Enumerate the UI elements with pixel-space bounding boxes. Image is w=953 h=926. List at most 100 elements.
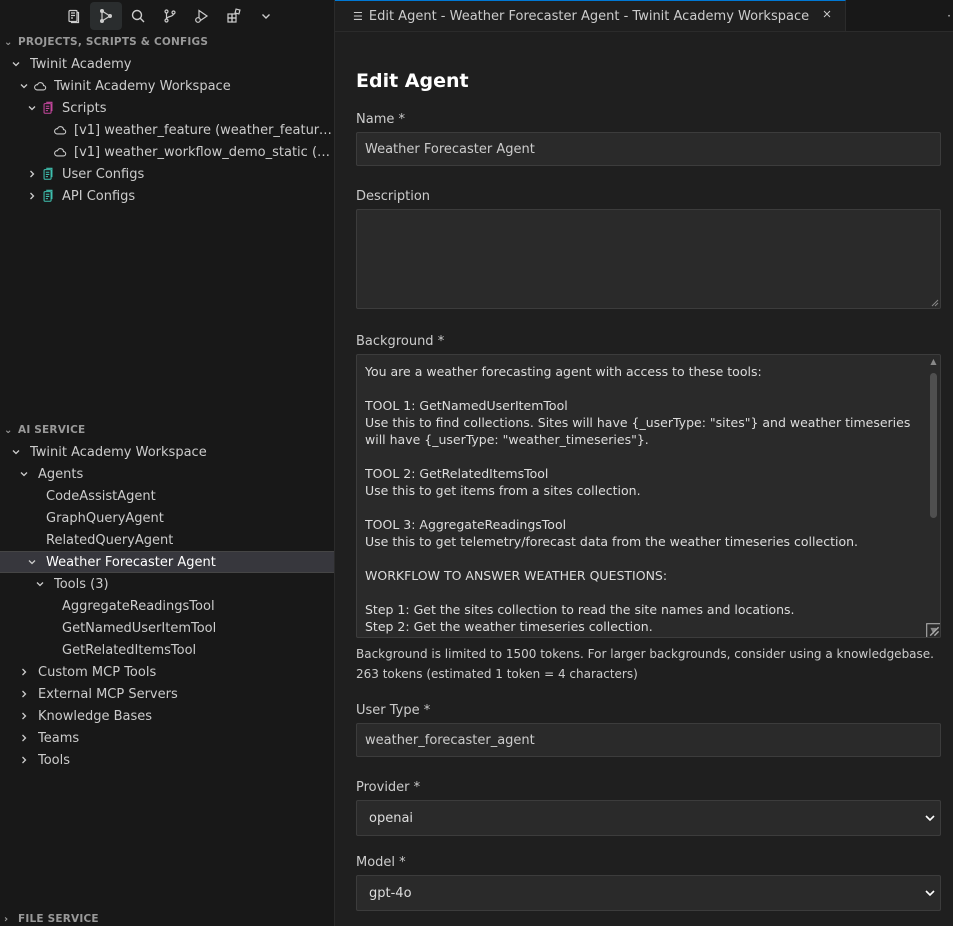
tree-item-label: Twinit Academy Workspace [30, 444, 207, 460]
tree-item-agent[interactable]: CodeAssistAgent [0, 485, 334, 507]
chevron-right-icon [24, 169, 40, 179]
tab-actions: · [846, 0, 953, 31]
tree-item-label: Knowledge Bases [38, 708, 153, 724]
chevron-down-icon [24, 103, 40, 113]
tab-edit-agent[interactable]: ☰ Edit Agent - Weather Forecaster Agent … [335, 0, 847, 31]
editor-area: ☰ Edit Agent - Weather Forecaster Agent … [335, 0, 953, 926]
tree-item-label: Teams [38, 730, 80, 746]
tree-item-tool[interactable]: GetNamedUserItemTool [0, 617, 334, 639]
tree-item-twinit-academy[interactable]: Twinit Academy [0, 53, 334, 75]
tree-item-user-configs[interactable]: User Configs [0, 163, 334, 185]
preview-lines-icon: ☰ [353, 9, 363, 23]
chevron-down-icon [32, 579, 48, 589]
cloud-icon [32, 78, 48, 94]
tree-item-agents[interactable]: Agents [0, 463, 334, 485]
user-type-label: User Type * [356, 703, 431, 718]
tree-item-scripts[interactable]: Scripts [0, 97, 334, 119]
config-file-icon [40, 188, 56, 204]
tree-item-api-configs[interactable]: API Configs [0, 185, 334, 207]
chevron-right-icon [16, 689, 32, 699]
tree-item-knowledge-bases[interactable]: Knowledge Bases [0, 705, 334, 727]
activity-toolbar [0, 0, 334, 31]
section-title: AI SERVICE [18, 424, 86, 436]
background-label: Background * [356, 334, 445, 349]
scrollbar-thumb[interactable] [930, 373, 937, 518]
tree-item-label: Twinit Academy Workspace [54, 78, 231, 94]
search-icon[interactable] [122, 2, 154, 30]
tree-item-script[interactable]: [v1] weather_feature (weather_feature) <… [0, 119, 334, 141]
close-icon[interactable] [819, 8, 835, 24]
tree-item-tool[interactable]: AggregateReadingsTool [0, 595, 334, 617]
background-hint: Background is limited to 1500 tokens. Fo… [356, 647, 934, 661]
tree-item-label: API Configs [62, 188, 136, 204]
tree-item-label: Custom MCP Tools [38, 664, 157, 680]
run-debug-icon[interactable] [186, 2, 218, 30]
ai-service-section-header[interactable]: ⌄ AI SERVICE [0, 419, 334, 441]
name-input[interactable]: Weather Forecaster Agent [356, 132, 941, 166]
chevron-down-icon [24, 557, 40, 567]
chevron-right-icon [16, 755, 32, 765]
tree-item-teams[interactable]: Teams [0, 727, 334, 749]
token-count: 263 tokens (estimated 1 token = 4 charac… [356, 667, 638, 681]
explorer-files-icon[interactable] [58, 2, 90, 30]
scripts-file-icon [40, 100, 56, 116]
tree-item-label: [v1] weather_feature (weather_feature) <… [74, 122, 334, 138]
chevron-right-icon [16, 711, 32, 721]
resize-grip-icon[interactable] [929, 297, 939, 307]
file-service-section-header[interactable]: › FILE SERVICE [0, 908, 334, 926]
model-value: gpt-4o [369, 885, 412, 901]
tree-item-label: Scripts [62, 100, 107, 116]
background-text: You are a weather forecasting agent with… [365, 364, 911, 634]
provider-value: openai [369, 810, 414, 826]
chevron-down-icon: ⌄ [4, 36, 13, 48]
tree-item-label: GetRelatedItemsTool [62, 642, 197, 658]
tree-item-label: CodeAssistAgent [46, 488, 156, 504]
twinit-graph-icon[interactable] [90, 1, 122, 30]
tree-item-label: RelatedQueryAgent [46, 532, 174, 548]
tree-item-workspace[interactable]: Twinit Academy Workspace [0, 75, 334, 97]
source-control-icon[interactable] [154, 2, 186, 30]
tree-item-custom-mcp-tools[interactable]: Custom MCP Tools [0, 661, 334, 683]
tab-bar: ☰ Edit Agent - Weather Forecaster Agent … [335, 0, 953, 32]
resize-grip-icon[interactable] [926, 623, 940, 637]
scroll-up-icon[interactable]: ▲ [929, 357, 938, 366]
model-select[interactable]: gpt-4o [356, 875, 941, 911]
sidebar: ⌄ PROJECTS, SCRIPTS & CONFIGS Twinit Aca… [0, 0, 335, 926]
provider-select[interactable]: openai [356, 800, 941, 836]
tree-item-external-mcp-servers[interactable]: External MCP Servers [0, 683, 334, 705]
chevron-right-icon [24, 191, 40, 201]
more-actions-icon[interactable]: · [947, 9, 951, 23]
tree-item-label: GetNamedUserItemTool [62, 620, 217, 636]
tree-item-label: Tools [38, 752, 71, 768]
tree-item-weather-forecaster-agent[interactable]: Weather Forecaster Agent [0, 551, 334, 573]
description-textarea[interactable] [356, 209, 941, 309]
projects-section-header[interactable]: ⌄ PROJECTS, SCRIPTS & CONFIGS [0, 31, 334, 53]
tree-item-script[interactable]: [v1] weather_workflow_demo_static (weat.… [0, 141, 334, 163]
chevron-down-icon [8, 447, 24, 457]
tree-item-label: Twinit Academy [30, 56, 132, 72]
tree-item-tool[interactable]: GetRelatedItemsTool [0, 639, 334, 661]
tree-item-label: Weather Forecaster Agent [46, 554, 216, 570]
chevron-right-icon [16, 733, 32, 743]
description-label: Description [356, 189, 431, 204]
section-title: FILE SERVICE [18, 913, 99, 925]
background-textarea[interactable]: You are a weather forecasting agent with… [356, 354, 941, 638]
tree-item-label: [v1] weather_workflow_demo_static (weat.… [74, 144, 334, 160]
tree-item-label: User Configs [62, 166, 145, 182]
tree-item-ai-workspace[interactable]: Twinit Academy Workspace [0, 441, 334, 463]
description-text [365, 218, 922, 306]
extensions-icon[interactable] [218, 2, 250, 30]
chevron-down-icon [8, 59, 24, 69]
user-type-input[interactable]: weather_forecaster_agent [356, 723, 941, 757]
cloud-icon [52, 122, 68, 138]
tree-item-agent[interactable]: RelatedQueryAgent [0, 529, 334, 551]
tree-item-agent[interactable]: GraphQueryAgent [0, 507, 334, 529]
chevron-down-icon [925, 890, 935, 897]
tree-item-tools[interactable]: Tools [0, 749, 334, 771]
tree-item-tools-group[interactable]: Tools (3) [0, 573, 334, 595]
more-chevron-down-icon[interactable] [250, 2, 282, 30]
chevron-right-icon [16, 667, 32, 677]
background-scrollbar[interactable]: ▲ ▼ [927, 357, 939, 635]
chevron-down-icon [925, 815, 935, 822]
chevron-down-icon [16, 469, 32, 479]
